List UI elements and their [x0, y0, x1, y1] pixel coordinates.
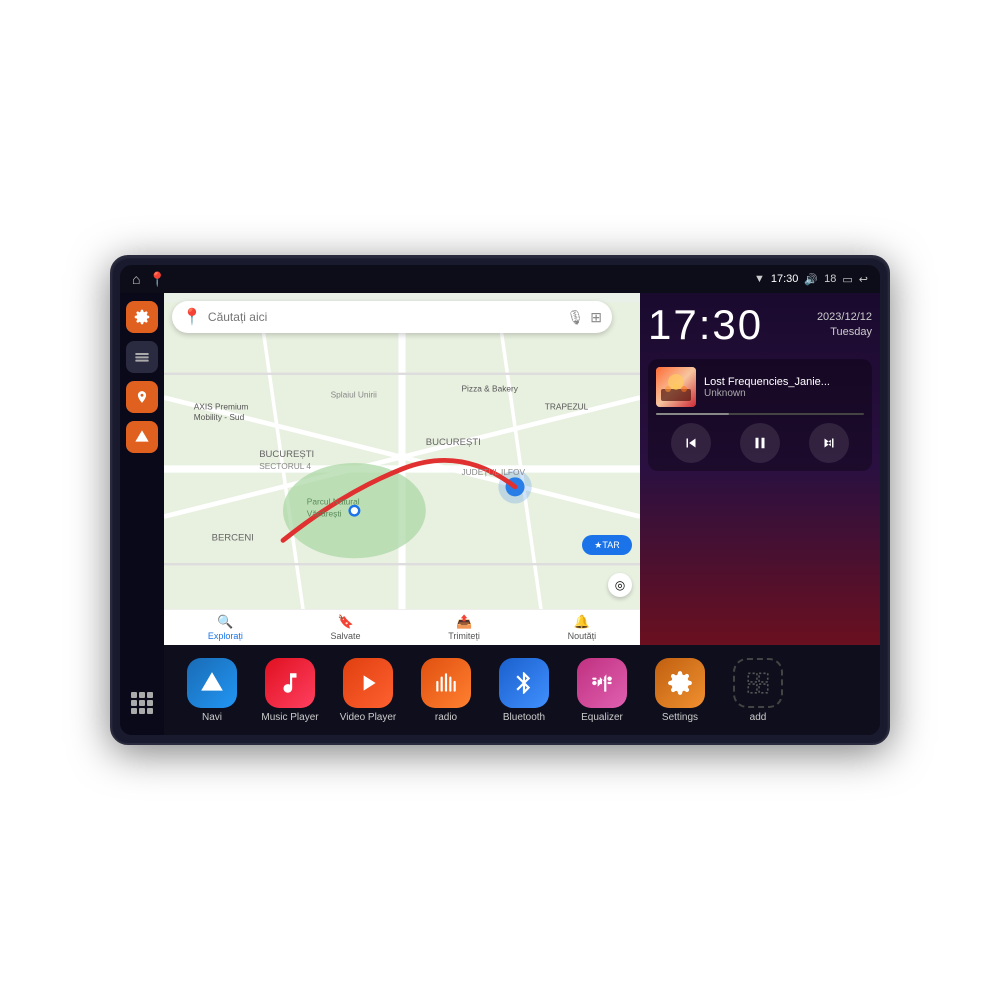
- map-nav-send[interactable]: 📤 Trimiteți: [448, 614, 480, 641]
- music-next-button[interactable]: [809, 423, 849, 463]
- car-head-unit: ⌂ 📍 ▼ 17:30 🔊 18 ▭ ↩: [110, 255, 890, 745]
- layers-icon[interactable]: ⊞: [590, 309, 602, 326]
- sidebar: [120, 293, 164, 735]
- svg-text:Parcul Natural: Parcul Natural: [307, 497, 360, 507]
- map-location-button[interactable]: ◎: [608, 573, 632, 597]
- app-music-player[interactable]: Music Player: [254, 658, 326, 723]
- svg-text:Văcărești: Văcărești: [307, 509, 342, 519]
- sidebar-arrow-btn[interactable]: [126, 421, 158, 453]
- clock-date: 2023/12/12 Tuesday: [817, 310, 872, 341]
- screen: ⌂ 📍 ▼ 17:30 🔊 18 ▭ ↩: [120, 265, 880, 735]
- svg-text:Splaiul Unirii: Splaiul Unirii: [331, 390, 377, 400]
- music-prev-button[interactable]: [671, 423, 711, 463]
- svg-text:Mobility - Sud: Mobility - Sud: [194, 412, 245, 422]
- apps-row: Navi Music Player: [164, 645, 880, 735]
- music-progress-bar: [656, 413, 864, 415]
- mic-icon[interactable]: 🎙: [566, 309, 584, 326]
- app-add[interactable]: add: [722, 658, 794, 723]
- app-radio[interactable]: radio: [410, 658, 482, 723]
- svg-text:SECTORUL 4: SECTORUL 4: [259, 461, 311, 471]
- sidebar-settings-btn[interactable]: [126, 301, 158, 333]
- map-area[interactable]: BUCUREȘTI SECTORUL 4 BUCUREȘTI JUDEȚUL I…: [164, 293, 640, 645]
- map-icon[interactable]: 📍: [148, 271, 165, 288]
- svg-text:JUDEȚUL ILFOV: JUDEȚUL ILFOV: [461, 467, 525, 477]
- map-search-bar[interactable]: 📍 🎙 ⊞: [172, 301, 612, 333]
- map-nav-explore[interactable]: 🔍 Explorați: [208, 614, 243, 641]
- svg-text:TRAPEZUL: TRAPEZUL: [545, 402, 589, 412]
- status-bar: ⌂ 📍 ▼ 17:30 🔊 18 ▭ ↩: [120, 265, 880, 293]
- music-controls: [656, 423, 864, 463]
- clock-date-line2: Tuesday: [817, 325, 872, 340]
- app-video-player[interactable]: Video Player: [332, 658, 404, 723]
- music-artist: Unknown: [704, 388, 864, 399]
- map-bottom-nav: 🔍 Explorați 🔖 Salvate 📤 Trimiteți: [164, 609, 640, 645]
- map-search-input[interactable]: [208, 310, 561, 324]
- app-settings[interactable]: Settings: [644, 658, 716, 723]
- map-nav-news[interactable]: 🔔 Noutăți: [568, 614, 597, 641]
- volume-icon: 🔊: [804, 273, 818, 286]
- sidebar-map-btn[interactable]: [126, 381, 158, 413]
- map-nav-saved[interactable]: 🔖 Salvate: [331, 614, 361, 641]
- music-pause-button[interactable]: [740, 423, 780, 463]
- music-title: Lost Frequencies_Janie...: [704, 376, 864, 388]
- app-bluetooth[interactable]: Bluetooth: [488, 658, 560, 723]
- map-star-button[interactable]: ★TAR: [582, 535, 632, 555]
- battery-level: 18: [824, 273, 836, 285]
- battery-icon: ▭: [842, 273, 852, 286]
- music-album-art: [656, 367, 696, 407]
- sidebar-files-btn[interactable]: [126, 341, 158, 373]
- music-progress-fill: [656, 413, 729, 415]
- app-equalizer[interactable]: Equalizer: [566, 658, 638, 723]
- clock-time: 17:30: [648, 301, 763, 349]
- app-navi[interactable]: Navi: [176, 658, 248, 723]
- svg-text:BUCUREȘTI: BUCUREȘTI: [426, 437, 481, 448]
- google-maps-pin-icon: 📍: [182, 307, 202, 327]
- wifi-icon: ▼: [754, 273, 765, 285]
- right-panel: 17:30 2023/12/12 Tuesday: [640, 293, 880, 645]
- svg-text:AXIS Premium: AXIS Premium: [194, 402, 249, 412]
- clock-date-line1: 2023/12/12: [817, 310, 872, 325]
- svg-text:Pizza & Bakery: Pizza & Bakery: [461, 384, 518, 394]
- svg-text:BUCUREȘTI: BUCUREȘTI: [259, 449, 314, 460]
- music-widget: Lost Frequencies_Janie... Unknown: [648, 359, 872, 471]
- sidebar-apps-btn[interactable]: [126, 687, 158, 719]
- clock-widget: 17:30 2023/12/12 Tuesday: [648, 301, 872, 349]
- back-icon[interactable]: ↩: [859, 273, 868, 286]
- status-time: 17:30: [771, 273, 799, 285]
- svg-text:BERCENI: BERCENI: [212, 532, 254, 543]
- home-icon[interactable]: ⌂: [132, 271, 140, 287]
